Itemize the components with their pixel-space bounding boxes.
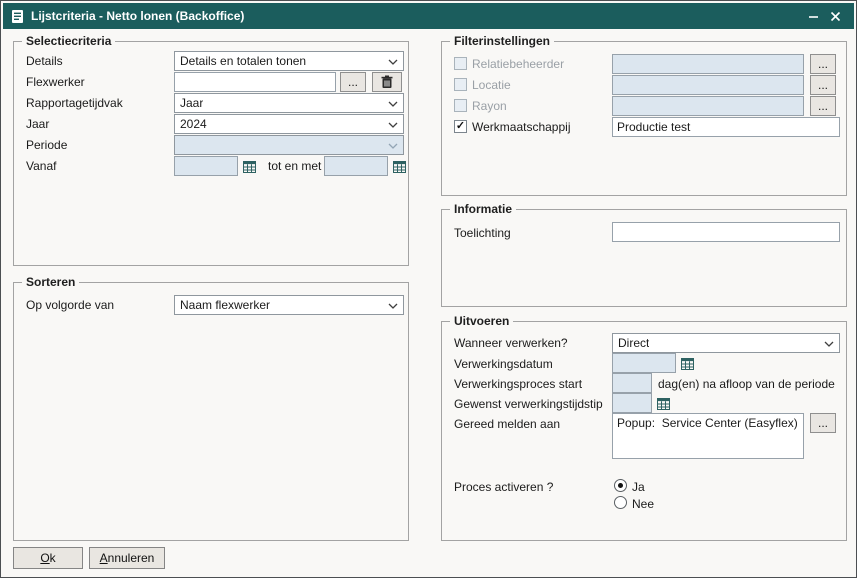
ok-button-label: Ok — [40, 551, 55, 565]
gereed-browse-button[interactable]: ... — [810, 413, 836, 433]
gewenst-verwerkingstijdstip-input — [612, 393, 652, 413]
details-select-value: Details en totalen tonen — [180, 54, 306, 68]
relatiebeheerder-browse-button[interactable]: ... — [810, 54, 836, 74]
chevron-down-icon — [388, 122, 398, 128]
gereed-melden-aan-label: Gereed melden aan — [454, 417, 560, 431]
locatie-checkbox[interactable]: ✓ — [454, 78, 467, 91]
locatie-browse-button[interactable]: ... — [810, 75, 836, 95]
flexwerker-delete-button[interactable] — [372, 72, 402, 92]
werkmaatschappij-checkbox[interactable]: ✓ — [454, 120, 467, 133]
checkmark-icon: ✓ — [456, 121, 465, 132]
wanneer-verwerken-select[interactable]: Direct — [612, 333, 840, 353]
tijdstip-calendar-button[interactable] — [654, 394, 672, 412]
verwerkingsdatum-calendar-button[interactable] — [678, 354, 696, 372]
flexwerker-input[interactable] — [174, 72, 336, 92]
ok-button[interactable]: Ok — [13, 547, 83, 569]
radio-nee-label: Nee — [632, 497, 654, 511]
toelichting-label: Toelichting — [454, 226, 511, 240]
vanaf-from-input — [174, 156, 238, 176]
vanaf-to-input — [324, 156, 388, 176]
groupbox-sorteren: Sorteren Op volgorde van Naam flexwerker — [13, 282, 409, 541]
relatiebeheerder-input — [612, 54, 804, 74]
rapportagetijdvak-label: Rapportagetijdvak — [26, 96, 123, 110]
calendar-icon — [681, 357, 694, 370]
verwerkingsdatum-input — [612, 353, 676, 373]
rapportagetijdvak-select[interactable]: Jaar — [174, 93, 404, 113]
document-icon — [11, 9, 24, 24]
close-button[interactable] — [824, 5, 846, 27]
annuleren-button[interactable]: Annuleren — [89, 547, 165, 569]
verwerkingsproces-start-suffix: dag(en) na afloop van de periode — [658, 377, 835, 391]
chevron-down-icon — [388, 143, 398, 149]
groupbox-informatie: Informatie Toelichting — [441, 209, 847, 307]
annuleren-button-label: Annuleren — [100, 551, 155, 565]
window-title: Lijstcriteria - Netto lonen (Backoffice) — [31, 9, 244, 23]
titlebar[interactable]: Lijstcriteria - Netto lonen (Backoffice) — [3, 3, 854, 29]
filterinstellingen-legend: Filterinstellingen — [450, 35, 554, 48]
op-volgorde-select[interactable]: Naam flexwerker — [174, 295, 404, 315]
verwerkingsproces-start-input — [612, 373, 652, 393]
verwerkingsproces-start-label: Verwerkingsproces start — [454, 377, 582, 391]
gewenst-verwerkingstijdstip-label: Gewenst verwerkingstijdstip — [454, 397, 603, 411]
groupbox-filterinstellingen: Filterinstellingen ✓ Relatiebeheerder ..… — [441, 41, 847, 196]
calendar-icon — [243, 160, 256, 173]
werkmaatschappij-label: Werkmaatschappij — [472, 120, 570, 134]
periode-label: Periode — [26, 138, 67, 152]
groupbox-uitvoeren: Uitvoeren Wanneer verwerken? Direct Verw… — [441, 321, 847, 541]
chevron-down-icon — [388, 303, 398, 309]
relatiebeheerder-label: Relatiebeheerder — [472, 57, 564, 71]
proces-activeren-radio-nee[interactable] — [614, 496, 627, 509]
proces-activeren-radio-ja[interactable] — [614, 479, 627, 492]
vanaf-from-calendar-button[interactable] — [240, 157, 258, 175]
relatiebeheerder-checkbox[interactable]: ✓ — [454, 57, 467, 70]
op-volgorde-select-value: Naam flexwerker — [180, 298, 270, 312]
jaar-select[interactable]: 2024 — [174, 114, 404, 134]
locatie-input — [612, 75, 804, 95]
op-volgorde-label: Op volgorde van — [26, 298, 114, 312]
rayon-browse-button[interactable]: ... — [810, 96, 836, 116]
jaar-select-value: 2024 — [180, 117, 207, 131]
informatie-legend: Informatie — [450, 203, 516, 216]
locatie-label: Locatie — [472, 78, 511, 92]
vanaf-to-calendar-button[interactable] — [390, 157, 408, 175]
verwerkingsdatum-label: Verwerkingsdatum — [454, 357, 553, 371]
sorteren-legend: Sorteren — [22, 276, 79, 289]
flexwerker-browse-button[interactable]: ... — [340, 72, 366, 92]
details-select[interactable]: Details en totalen tonen — [174, 51, 404, 71]
jaar-label: Jaar — [26, 117, 49, 131]
wanneer-verwerken-select-value: Direct — [618, 336, 649, 350]
tot-en-met-label: tot en met — [268, 159, 321, 173]
periode-select — [174, 135, 404, 155]
flexwerker-label: Flexwerker — [26, 75, 85, 89]
proces-activeren-label: Proces activeren ? — [454, 480, 553, 494]
toelichting-input[interactable] — [612, 222, 840, 242]
rayon-checkbox[interactable]: ✓ — [454, 99, 467, 112]
rayon-label: Rayon — [472, 99, 507, 113]
calendar-icon — [393, 160, 406, 173]
rapportagetijdvak-select-value: Jaar — [180, 96, 203, 110]
calendar-icon — [657, 397, 670, 410]
groupbox-selectiecriteria: Selectiecriteria Details Details en tota… — [13, 41, 409, 266]
rayon-input — [612, 96, 804, 116]
chevron-down-icon — [824, 341, 834, 347]
trash-icon — [381, 75, 393, 89]
uitvoeren-legend: Uitvoeren — [450, 315, 513, 328]
chevron-down-icon — [388, 101, 398, 107]
minimize-button[interactable] — [802, 5, 824, 27]
details-label: Details — [26, 54, 63, 68]
dialog-window: Lijstcriteria - Netto lonen (Backoffice)… — [0, 0, 857, 578]
wanneer-verwerken-label: Wanneer verwerken? — [454, 336, 568, 350]
werkmaatschappij-input[interactable] — [612, 117, 840, 137]
chevron-down-icon — [388, 59, 398, 65]
vanaf-label: Vanaf — [26, 159, 56, 173]
gereed-melden-aan-textarea[interactable] — [612, 413, 804, 459]
selectiecriteria-legend: Selectiecriteria — [22, 35, 115, 48]
radio-ja-label: Ja — [632, 480, 645, 494]
